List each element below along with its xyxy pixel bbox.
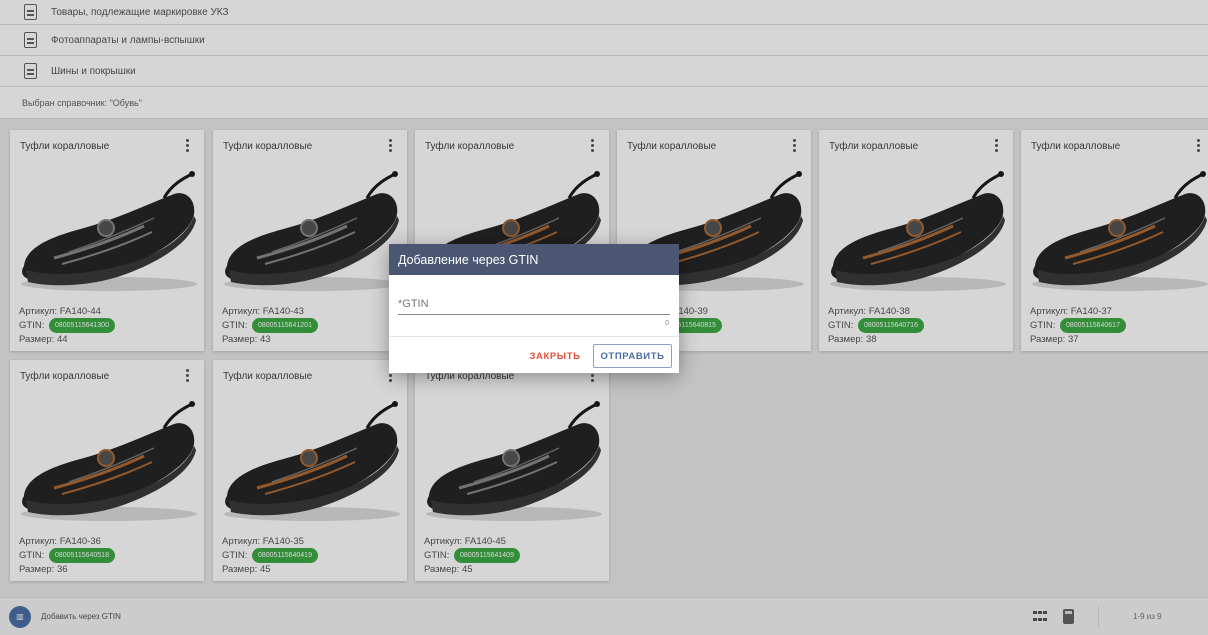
app-page: Товары, подлежащие маркировке УКЗ Фотоап… xyxy=(0,0,1208,635)
dialog-actions: ЗАКРЫТЬ ОТПРАВИТЬ xyxy=(389,336,679,373)
gtin-input[interactable] xyxy=(398,293,670,315)
dialog-title: Добавление через GTIN xyxy=(389,244,679,275)
char-counter: 0 xyxy=(665,320,669,327)
send-button[interactable]: ОТПРАВИТЬ xyxy=(593,344,672,368)
add-gtin-dialog: Добавление через GTIN 0 ЗАКРЫТЬ ОТПРАВИТ… xyxy=(389,244,679,373)
close-button[interactable]: ЗАКРЫТЬ xyxy=(527,346,583,367)
